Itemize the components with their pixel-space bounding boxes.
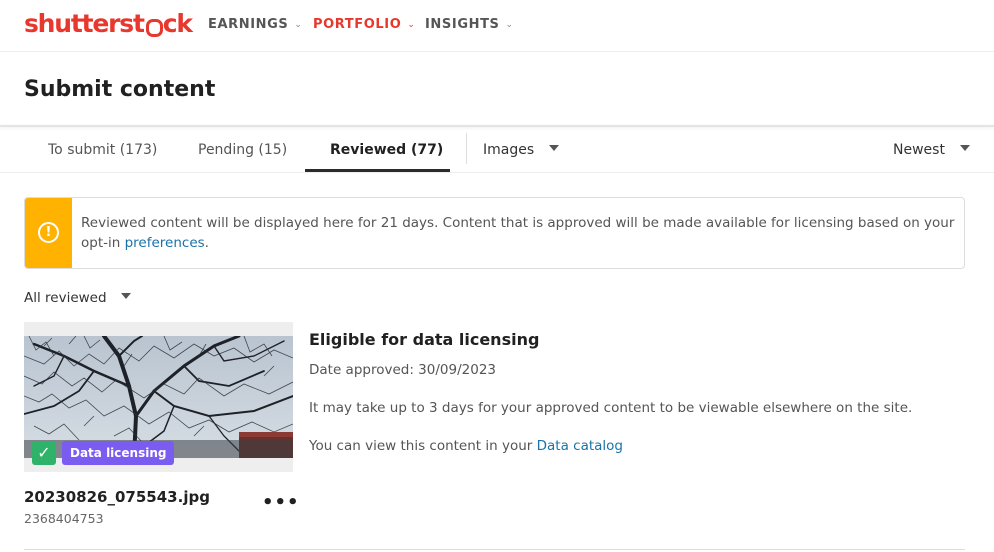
preferences-link[interactable]: preferences	[125, 235, 205, 251]
media-type-value: Images	[483, 142, 535, 158]
info-alert: ! Reviewed content will be displayed her…	[24, 197, 965, 269]
logo-text-start: shutterst	[24, 9, 145, 38]
nav-earnings[interactable]: EARNINGS ⌄	[208, 17, 303, 34]
alert-text: Reviewed content will be displayed here …	[81, 215, 955, 251]
exclamation-icon: !	[38, 222, 59, 243]
nav-insights[interactable]: INSIGHTS ⌄	[425, 17, 514, 34]
sort-dropdown[interactable]: Newest	[893, 141, 970, 159]
sort-value: Newest	[893, 142, 945, 158]
alert-text-end: .	[204, 235, 209, 251]
item-divider	[24, 549, 965, 550]
shutterstock-logo[interactable]: shutterst ck	[24, 8, 193, 40]
alert-message: Reviewed content will be displayed here …	[81, 213, 959, 253]
data-licensing-badge: Data licensing	[62, 441, 175, 465]
tree-photo	[24, 336, 293, 458]
tab-pending[interactable]: Pending (15)	[198, 141, 287, 159]
caret-down-icon	[549, 145, 560, 151]
tab-to-submit[interactable]: To submit (173)	[48, 141, 157, 159]
file-name: 20230826_075543.jpg	[24, 488, 210, 506]
alert-strip: !	[25, 198, 72, 268]
chevron-down-icon: ⌄	[294, 20, 303, 30]
approved-check-icon: ✓	[32, 441, 56, 465]
data-catalog-link[interactable]: Data catalog	[537, 438, 623, 454]
media-type-dropdown[interactable]: Images	[483, 141, 560, 159]
top-nav: shutterst ck EARNINGS ⌄ PORTFOLIO ⌄ INSIGHT…	[0, 0, 994, 52]
chevron-down-icon: ⌄	[407, 20, 416, 30]
nav-insights-label: INSIGHTS	[425, 17, 500, 32]
more-options-button[interactable]: •••	[262, 494, 300, 512]
content-tabs: To submit (173) Pending (15) Reviewed (7…	[0, 127, 994, 173]
caret-down-icon	[120, 293, 131, 299]
availability-note: It may take up to 3 days for your approv…	[309, 400, 913, 416]
page-title: Submit content	[24, 77, 216, 102]
tab-divider	[466, 133, 467, 164]
tab-reviewed[interactable]: Reviewed (77)	[330, 141, 443, 159]
active-tab-indicator	[305, 169, 450, 172]
review-filter-value: All reviewed	[24, 290, 107, 306]
catalog-note-text: You can view this content in your	[309, 438, 537, 454]
chevron-down-icon: ⌄	[505, 20, 514, 30]
logo-text-end: ck	[162, 9, 193, 38]
nav-portfolio[interactable]: PORTFOLIO ⌄	[313, 17, 416, 34]
catalog-note: You can view this content in your Data c…	[309, 437, 623, 455]
status-title: Eligible for data licensing	[309, 330, 540, 349]
review-filter-dropdown[interactable]: All reviewed	[24, 289, 131, 307]
logo-o-glyph	[144, 18, 163, 37]
file-id: 2368404753	[24, 511, 104, 526]
date-approved: Date approved: 30/09/2023	[309, 362, 496, 378]
nav-earnings-label: EARNINGS	[208, 17, 289, 32]
nav-portfolio-label: PORTFOLIO	[313, 17, 402, 32]
caret-down-icon	[959, 145, 970, 151]
